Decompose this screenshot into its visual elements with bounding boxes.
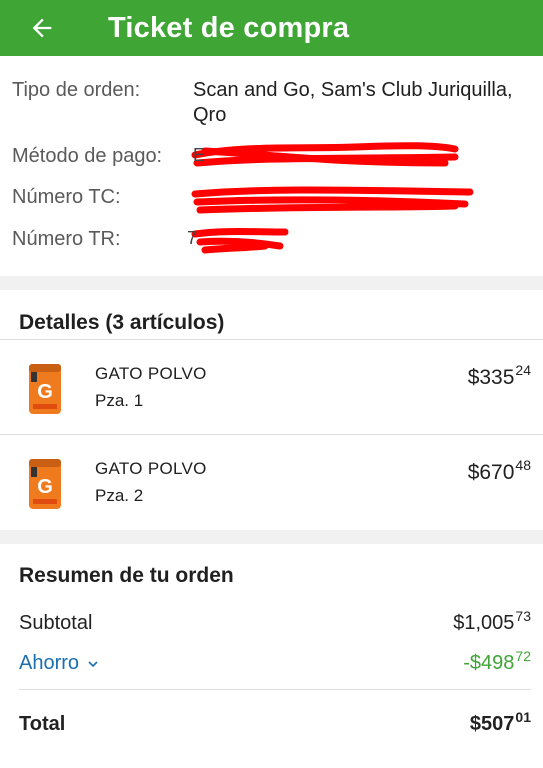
product-thumbnail: G (29, 364, 61, 414)
order-type-label: Tipo de orden: (12, 79, 141, 101)
tr-number-label: Número TR: (12, 228, 121, 250)
item-name: GATO POLVO (95, 364, 207, 383)
total-label: Total (19, 713, 66, 735)
item-quantity: Pza. 2 (95, 486, 144, 505)
back-button[interactable] (12, 0, 72, 56)
payment-method-label: Método de pago: (12, 145, 163, 167)
item-price: $67048 (467, 457, 531, 484)
page-title: Ticket de compra (108, 11, 350, 44)
tc-number-label: Número TC: (12, 186, 121, 208)
redaction-scribble (191, 186, 474, 214)
subtotal-label: Subtotal (19, 612, 93, 634)
svg-text:G: G (37, 381, 53, 403)
redaction-scribble: E (191, 142, 459, 167)
item-name: GATO POLVO (95, 459, 207, 478)
svg-text:7: 7 (187, 228, 197, 248)
item-quantity: Pza. 1 (95, 391, 144, 410)
savings-toggle[interactable]: Ahorro (19, 652, 99, 675)
app-bar: Ticket de compra (0, 0, 543, 56)
chevron-down-icon (88, 661, 98, 667)
divider (19, 689, 531, 690)
item-price: $33524 (467, 362, 531, 389)
section-separator (0, 276, 543, 290)
details-title: Detalles (3 artículos) (19, 311, 225, 334)
arrow-left-icon (32, 18, 52, 38)
list-item[interactable]: G GATO POLVO Pza. 1 $33524 (0, 340, 543, 434)
svg-text:E: E (193, 145, 205, 165)
summary-title: Resumen de tu orden (19, 564, 234, 587)
redaction-scribble: 7 (187, 228, 289, 254)
product-thumbnail: G (29, 459, 61, 509)
order-type-value: Scan and Go, Sam's Club Juriquilla, Qro (193, 79, 513, 126)
savings-value: -$49872 (463, 648, 531, 674)
subtotal-value: $1,00573 (453, 608, 531, 634)
total-value: $50701 (469, 709, 531, 735)
svg-text:G: G (37, 476, 53, 498)
section-separator (0, 530, 543, 544)
list-item[interactable]: G GATO POLVO Pza. 2 $67048 (0, 435, 543, 529)
